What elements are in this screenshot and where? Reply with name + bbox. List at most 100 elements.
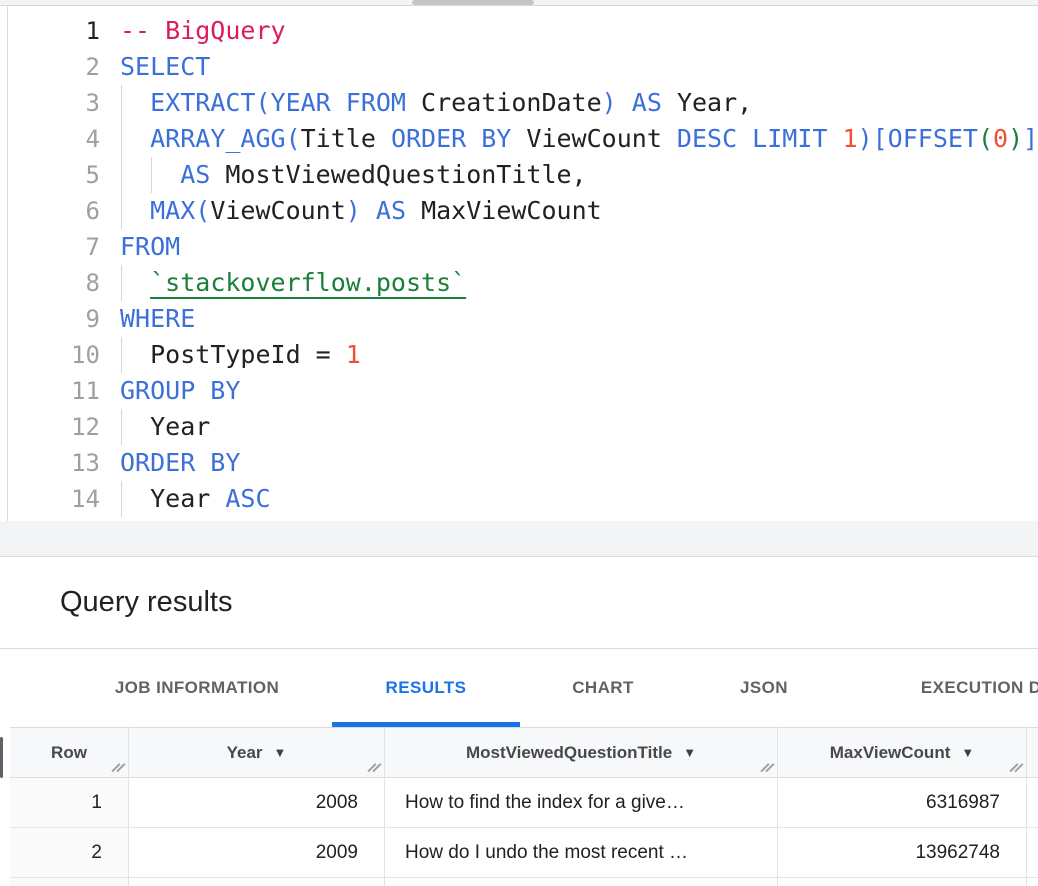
tab-chart[interactable]: CHART	[520, 649, 686, 727]
cell-value: 6316987	[926, 792, 1000, 814]
table-cell-stub	[1027, 828, 1038, 878]
code-line: 8 `stackoverflow.posts`	[0, 265, 1038, 301]
arrow-drop-down-icon[interactable]: ▼	[274, 746, 287, 759]
line-number: 11	[0, 373, 100, 409]
editor-horizontal-scrollbar-thumb[interactable]	[412, 0, 534, 5]
code-token: ORDER BY	[376, 124, 527, 153]
tab-label: JSON	[740, 678, 788, 698]
indent-guide	[121, 157, 122, 193]
code-line-text: Year	[100, 409, 1038, 445]
code-line: 6 MAX(ViewCount) AS MaxViewCount	[0, 193, 1038, 229]
code-line: 11 GROUP BY	[0, 373, 1038, 409]
code-token	[120, 340, 150, 369]
results-tab-bar: JOB INFORMATION RESULTS CHART JSON EXECUTION…	[0, 649, 1038, 727]
column-resize-icon[interactable]	[112, 762, 125, 774]
code-line: 4 ARRAY_AGG(Title ORDER BY ViewCount DES…	[0, 121, 1038, 157]
tab-job-information[interactable]: JOB INFORMATION	[62, 649, 332, 727]
line-number: 14	[0, 481, 100, 517]
code-line-text: MAX(ViewCount) AS MaxViewCount	[100, 193, 1038, 229]
code-line-text: AS MostViewedQuestionTitle,	[100, 157, 1038, 193]
code-token: EXTRACT(YEAR FROM	[150, 88, 421, 117]
query-results-header: Query results	[0, 557, 1038, 649]
code-line: 13ORDER BY	[0, 445, 1038, 481]
code-line: 12 Year	[0, 409, 1038, 445]
code-token: FROM	[120, 232, 180, 261]
line-number: 5	[0, 157, 100, 193]
table-cell	[10, 878, 129, 886]
code-token: PostTypeId =	[150, 340, 346, 369]
table-reference-link[interactable]: `stackoverflow.posts`	[150, 268, 466, 297]
line-number: 8	[0, 265, 100, 301]
code-token	[120, 484, 150, 513]
indent-guide	[121, 85, 122, 121]
code-token: ASC	[225, 484, 270, 513]
code-token: MAX(	[150, 196, 210, 225]
column-header-row[interactable]: Row	[10, 727, 129, 778]
table-cell-stub	[1027, 778, 1038, 828]
results-vertical-scrollbar[interactable]	[0, 737, 3, 778]
arrow-drop-down-icon[interactable]: ▼	[683, 746, 696, 759]
arrow-drop-down-icon[interactable]: ▼	[961, 746, 974, 759]
tab-execution-details[interactable]: EXECUTION DETAILS	[842, 649, 1038, 727]
tab-label: CHART	[572, 678, 634, 698]
code-line: 3 EXTRACT(YEAR FROM CreationDate) AS Yea…	[0, 85, 1038, 121]
panel-divider[interactable]	[0, 521, 1038, 557]
table-cell: How do I undo the most recent …	[385, 828, 778, 878]
code-token: 1	[346, 340, 361, 369]
code-token: ARRAY_AGG(	[150, 124, 301, 153]
indent-guide	[121, 409, 122, 445]
cell-value: 1	[91, 792, 102, 814]
code-token: ]	[1023, 124, 1038, 153]
column-resize-icon[interactable]	[1010, 762, 1023, 774]
cell-value: 2	[91, 842, 102, 864]
column-header-label: Row	[51, 743, 87, 763]
code-line: 10 PostTypeId = 1	[0, 337, 1038, 373]
column-header-maxviewcount[interactable]: MaxViewCount▼	[778, 727, 1027, 778]
editor-left-border	[7, 6, 8, 521]
table-cell	[1027, 878, 1038, 886]
line-number: 7	[0, 229, 100, 265]
tab-label: RESULTS	[386, 678, 467, 698]
code-token	[120, 196, 150, 225]
table-cell: 2	[10, 828, 129, 878]
code-token: ) AS	[602, 88, 677, 117]
table-cell: How to find the index for a give…	[385, 778, 778, 828]
table-row: 1 2008 How to find the index for a give… 63…	[10, 778, 1038, 828]
code-line-text: SELECT	[100, 49, 1038, 85]
cell-value: 13962748	[915, 842, 1000, 864]
code-line-text: `stackoverflow.posts`	[100, 265, 1038, 301]
tab-results[interactable]: RESULTS	[332, 649, 520, 727]
cell-value: How to find the index for a give…	[405, 792, 685, 814]
column-header-mostviewedquestiontitle[interactable]: MostViewedQuestionTitle ▼	[385, 727, 778, 778]
line-number: 12	[0, 409, 100, 445]
cell-value: 2009	[316, 842, 358, 864]
code-line: 1-- BigQuery	[0, 13, 1038, 49]
code-token: AS	[180, 160, 225, 189]
code-token: GROUP BY	[120, 376, 240, 405]
code-line-text: ARRAY_AGG(Title ORDER BY ViewCount DESC …	[100, 121, 1038, 157]
cell-value: 2008	[316, 792, 358, 814]
bigquery-workspace: 1-- BigQuery2SELECT3 EXTRACT(YEAR FROM C…	[0, 0, 1038, 886]
tab-label: JOB INFORMATION	[115, 678, 279, 698]
code-token: ) AS	[346, 196, 421, 225]
column-resize-icon[interactable]	[761, 762, 774, 774]
code-line: 5 AS MostViewedQuestionTitle,	[0, 157, 1038, 193]
column-header-year[interactable]: Year▼	[129, 727, 385, 778]
code-area[interactable]: 1-- BigQuery2SELECT3 EXTRACT(YEAR FROM C…	[0, 13, 1038, 517]
sql-editor[interactable]: 1-- BigQuery2SELECT3 EXTRACT(YEAR FROM C…	[0, 6, 1038, 521]
column-header-label: MostViewedQuestionTitle	[466, 743, 672, 763]
tab-json[interactable]: JSON	[686, 649, 842, 727]
table-row-partial	[10, 878, 1038, 886]
cell-value: How do I undo the most recent …	[405, 842, 688, 864]
column-resize-icon[interactable]	[368, 762, 381, 774]
code-token: MostViewedQuestionTitle,	[225, 160, 586, 189]
code-token: WHERE	[120, 304, 195, 333]
query-results-title: Query results	[60, 586, 232, 619]
code-token: -- BigQuery	[120, 16, 286, 45]
code-token: ViewCount	[526, 124, 661, 153]
indent-guide	[151, 157, 152, 193]
code-token	[120, 88, 150, 117]
column-header-stub	[1027, 727, 1038, 778]
indent-guide	[121, 481, 122, 517]
code-line-text: Year ASC	[100, 481, 1038, 517]
